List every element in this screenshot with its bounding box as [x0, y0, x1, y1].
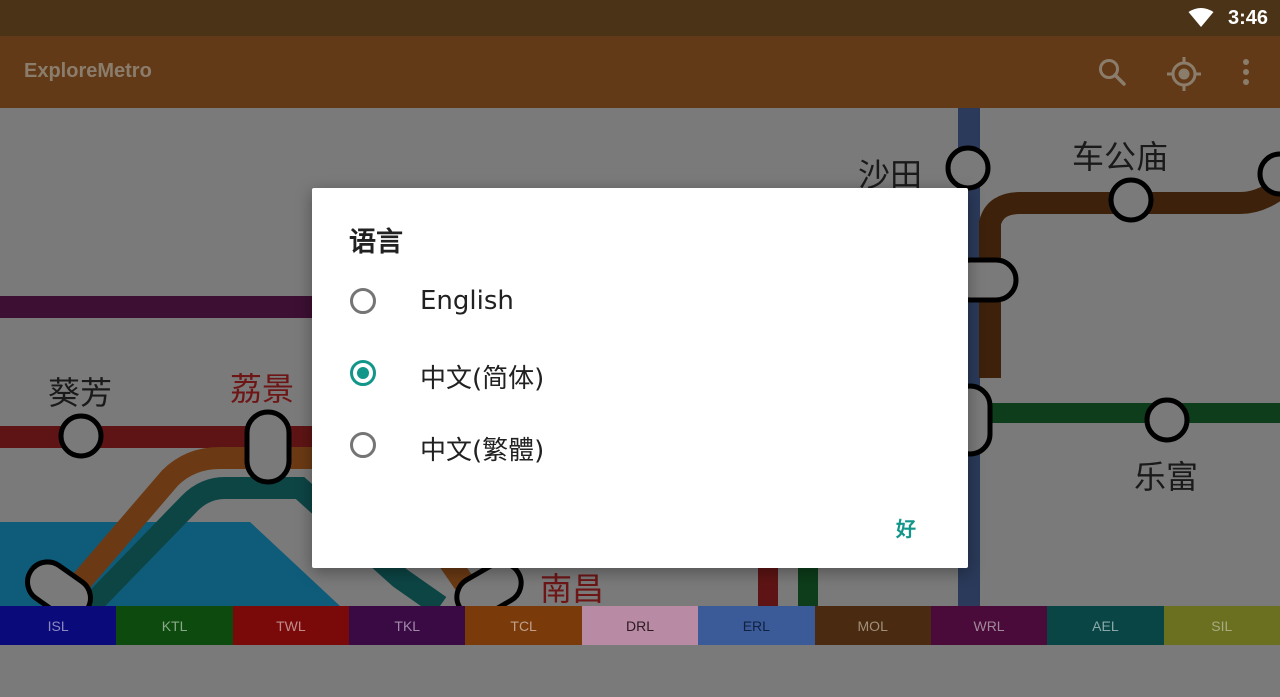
radio-selected-dot [357, 367, 369, 379]
line-button-tkl[interactable]: TKL [349, 606, 466, 645]
status-bar: 3:46 [0, 0, 1280, 36]
option-simplified-chinese[interactable]: 中文(简体) [312, 346, 968, 406]
line-button-ael[interactable]: AEL [1047, 606, 1164, 645]
station-label-nam-cheong[interactable]: 南昌 [540, 564, 604, 606]
station-label-che-kung-temple[interactable]: 车公庙 [1072, 132, 1168, 178]
radio-traditional-chinese[interactable] [350, 432, 376, 458]
line-button-sil[interactable]: SIL [1163, 606, 1280, 645]
language-dialog: 语言 English 中文(简体) 中文(繁體) 好 [312, 188, 968, 568]
line-button-wrl[interactable]: WRL [930, 606, 1048, 645]
bottom-area [0, 645, 1280, 697]
station-label-lai-king[interactable]: 荔景 [230, 364, 294, 410]
option-label-simplified-chinese: 中文(简体) [420, 364, 545, 394]
line-button-mol[interactable]: MOL [814, 606, 931, 645]
locate-icon[interactable] [1166, 56, 1202, 92]
ok-button[interactable]: 好 [896, 513, 916, 542]
line-selector-bar: ISL KTL TWL TKL TCL DRL ERL MOL WRL AEL SIL [0, 606, 1280, 645]
option-label-traditional-chinese: 中文(繁體) [420, 436, 545, 466]
station-label-kwai-fong[interactable]: 葵芳 [48, 368, 112, 414]
option-traditional-chinese[interactable]: 中文(繁體) [312, 418, 968, 478]
option-english[interactable]: English [312, 274, 968, 334]
option-label-english: English [420, 286, 514, 316]
line-button-tcl[interactable]: TCL [465, 606, 582, 645]
dialog-title: 语言 [349, 227, 403, 258]
app-title: ExploreMetro [24, 60, 152, 82]
search-icon[interactable] [1096, 56, 1128, 88]
line-button-ktl[interactable]: KTL [116, 606, 233, 645]
station-label-lok-fu[interactable]: 乐富 [1134, 452, 1198, 498]
radio-simplified-chinese[interactable] [350, 360, 376, 386]
line-button-isl[interactable]: ISL [0, 606, 117, 645]
clock: 3:46 [1227, 7, 1268, 29]
wifi-icon [1188, 8, 1214, 27]
line-button-twl[interactable]: TWL [232, 606, 350, 645]
radio-english[interactable] [350, 288, 376, 314]
line-button-erl[interactable]: ERL [698, 606, 815, 645]
line-button-drl[interactable]: DRL [581, 606, 699, 645]
app-bar: ExploreMetro [0, 36, 1280, 108]
more-vert-icon[interactable] [1236, 56, 1256, 88]
